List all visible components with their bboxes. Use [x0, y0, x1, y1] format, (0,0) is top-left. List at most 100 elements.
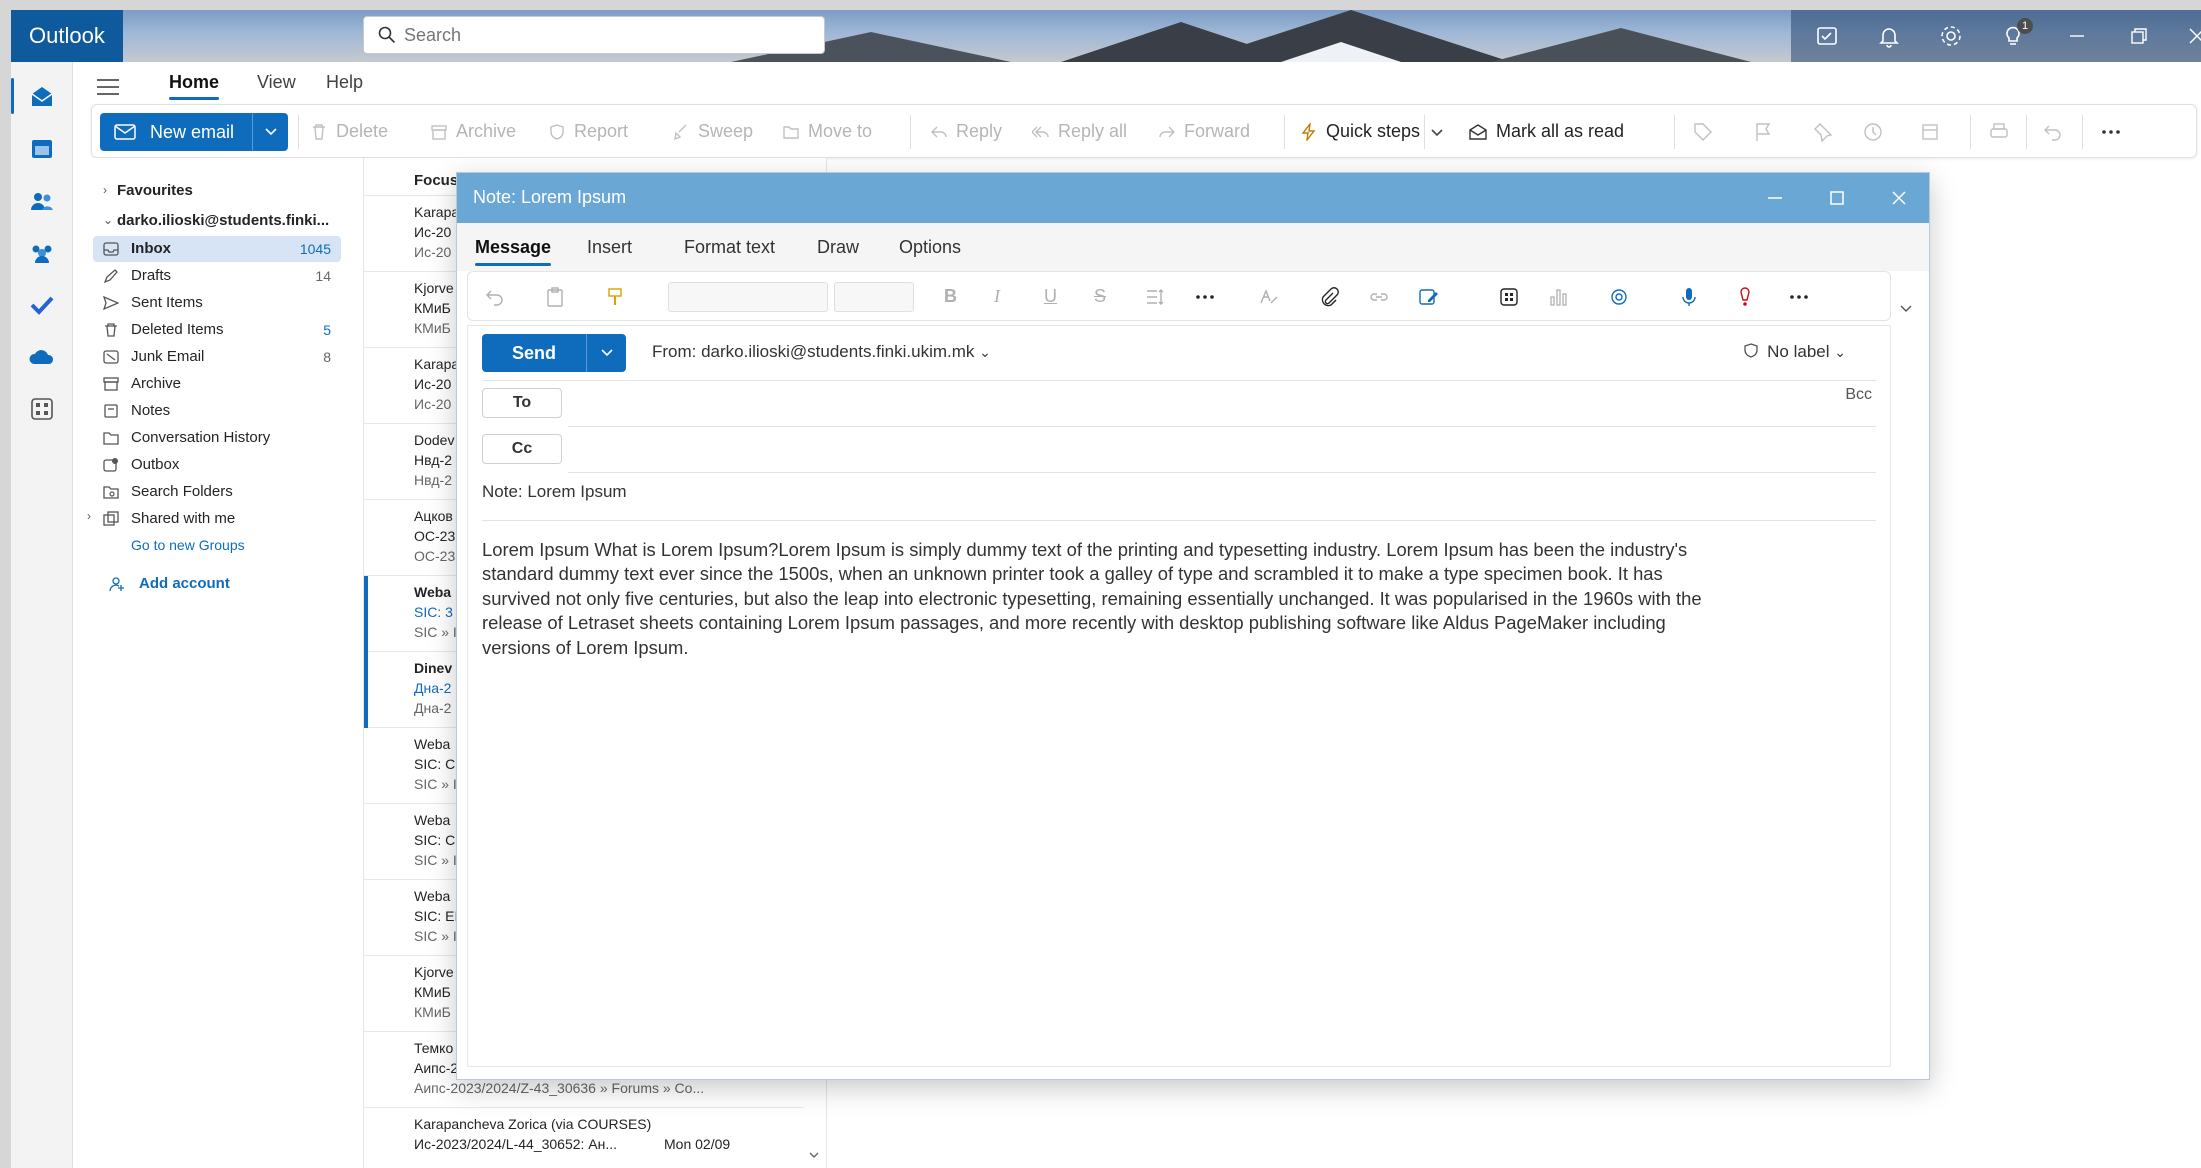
tab-focused[interactable]: Focus — [414, 172, 458, 189]
tag-icon[interactable] — [1692, 121, 1714, 143]
account-header[interactable]: ⌄ darko.ilioski@students.finki... — [93, 208, 361, 234]
minimize-icon[interactable] — [1763, 186, 1787, 210]
folder-inbox[interactable]: Inbox 1045 — [93, 236, 341, 262]
tab-message[interactable]: Message — [475, 237, 552, 266]
microphone-icon[interactable] — [1678, 286, 1700, 308]
tab-view[interactable]: View — [257, 72, 296, 93]
close-icon[interactable] — [2183, 22, 2201, 50]
tab-home[interactable]: Home — [169, 72, 220, 100]
onedrive-icon[interactable] — [27, 342, 57, 372]
mark-all-read-button[interactable]: Mark all as read — [1468, 105, 1624, 157]
mail-icon[interactable] — [27, 82, 57, 112]
underline-icon[interactable]: U — [1044, 286, 1066, 308]
maximize-icon[interactable] — [1825, 186, 1849, 210]
format-painter-icon[interactable] — [604, 286, 626, 308]
restore-icon[interactable] — [2125, 22, 2153, 50]
poll-icon[interactable] — [1548, 286, 1570, 308]
signature-icon[interactable] — [1418, 286, 1440, 308]
send-button[interactable]: Send — [482, 334, 626, 372]
folder-deleted[interactable]: Deleted Items 5 — [93, 317, 341, 343]
undo-icon[interactable] — [2042, 121, 2064, 143]
more-icon[interactable] — [1788, 286, 1810, 308]
tab-draw[interactable]: Draw — [817, 237, 859, 258]
tab-insert[interactable]: Insert — [587, 237, 632, 258]
editor-icon[interactable] — [1258, 286, 1280, 308]
archive-button[interactable]: Archive — [430, 105, 516, 157]
search-input[interactable] — [404, 17, 804, 53]
reply-all-button[interactable]: Reply all — [1031, 105, 1127, 157]
groups-icon[interactable] — [27, 238, 57, 268]
divider — [1424, 115, 1425, 149]
scroll-down-icon[interactable] — [808, 1150, 820, 1160]
my-day-icon[interactable] — [1813, 22, 1841, 50]
tips-button[interactable]: 1 — [1999, 18, 2033, 50]
apps-icon[interactable] — [1498, 286, 1520, 308]
viva-insights-icon[interactable] — [1608, 286, 1630, 308]
inbox-icon — [103, 242, 119, 256]
go-to-groups-link[interactable]: Go to new Groups — [93, 533, 341, 559]
folder-conversation-history[interactable]: Conversation History — [93, 425, 341, 451]
folder-sent[interactable]: Sent Items — [93, 290, 341, 316]
print-icon[interactable] — [1988, 121, 2010, 143]
new-email-button[interactable]: New email — [100, 113, 288, 151]
folder-drafts[interactable]: Drafts 14 — [93, 263, 341, 289]
folder-outbox[interactable]: Outbox — [93, 452, 341, 478]
tab-format-text[interactable]: Format text — [684, 237, 775, 258]
rules-icon[interactable] — [1920, 121, 1942, 143]
people-icon[interactable] — [27, 186, 57, 216]
paragraph-spacing-icon[interactable] — [1144, 286, 1166, 308]
importance-icon[interactable] — [1734, 286, 1756, 308]
paste-icon[interactable] — [544, 286, 566, 308]
todo-icon[interactable] — [27, 290, 57, 320]
quick-steps-button[interactable]: Quick steps — [1300, 105, 1420, 157]
font-family-select[interactable] — [668, 282, 828, 312]
report-button[interactable]: Report — [548, 105, 628, 157]
subject-field[interactable]: Note: Lorem Ipsum — [482, 482, 627, 502]
list-item[interactable]: Karapancheva Zorica (via COURSES) Ис-2023… — [364, 1108, 804, 1168]
folder-shared-with-me[interactable]: › Shared with me — [87, 506, 341, 532]
attach-icon[interactable] — [1318, 286, 1340, 308]
send-dropdown[interactable] — [586, 334, 626, 372]
pin-icon[interactable] — [1812, 121, 1834, 143]
calendar-icon[interactable] — [27, 134, 57, 164]
clock-icon[interactable] — [1862, 121, 1884, 143]
search-box[interactable] — [363, 16, 825, 54]
tab-options[interactable]: Options — [899, 237, 961, 258]
folder-notes[interactable]: Notes — [93, 398, 341, 424]
add-account-button[interactable]: Add account — [93, 571, 341, 597]
bold-icon[interactable]: B — [944, 286, 966, 308]
sensitivity-label-selector[interactable]: No label ⌄ — [1743, 342, 1846, 362]
message-body[interactable]: Lorem Ipsum What is Lorem Ipsum?Lorem Ip… — [482, 538, 1862, 660]
close-icon[interactable] — [1887, 186, 1911, 210]
cc-button[interactable]: Cc — [482, 434, 562, 464]
more-icon[interactable] — [2100, 121, 2122, 143]
to-button[interactable]: To — [482, 388, 562, 418]
link-icon[interactable] — [1368, 286, 1390, 308]
forward-button[interactable]: Forward — [1158, 105, 1250, 157]
new-email-dropdown[interactable] — [252, 113, 288, 151]
undo-icon[interactable] — [484, 286, 506, 308]
hamburger-icon[interactable] — [97, 79, 119, 95]
favourites-header[interactable]: › Favourites — [93, 178, 341, 204]
sweep-button[interactable]: Sweep — [672, 105, 753, 157]
folder-archive[interactable]: Archive — [93, 371, 341, 397]
minimize-icon[interactable] — [2063, 22, 2091, 50]
strikethrough-icon[interactable]: S — [1094, 286, 1116, 308]
gear-icon[interactable] — [1937, 22, 1965, 50]
bcc-button[interactable]: Bcc — [1845, 386, 1872, 404]
delete-button[interactable]: Delete — [310, 105, 388, 157]
apps-icon[interactable] — [27, 394, 57, 424]
font-size-select[interactable] — [834, 282, 914, 312]
chevron-down-icon[interactable] — [1430, 127, 1444, 139]
tab-help[interactable]: Help — [326, 72, 363, 93]
italic-icon[interactable]: I — [994, 286, 1016, 308]
folder-junk[interactable]: Junk Email 8 — [93, 344, 341, 370]
folder-search-folders[interactable]: Search Folders — [93, 479, 341, 505]
reply-button[interactable]: Reply — [930, 105, 1002, 157]
more-icon[interactable] — [1194, 286, 1216, 308]
move-to-button[interactable]: Move to — [782, 105, 872, 157]
flag-icon[interactable] — [1752, 121, 1774, 143]
bell-icon[interactable] — [1875, 22, 1903, 50]
from-selector[interactable]: From: darko.ilioski@students.finki.ukim.… — [652, 342, 991, 362]
chevron-down-icon[interactable] — [1899, 303, 1913, 315]
